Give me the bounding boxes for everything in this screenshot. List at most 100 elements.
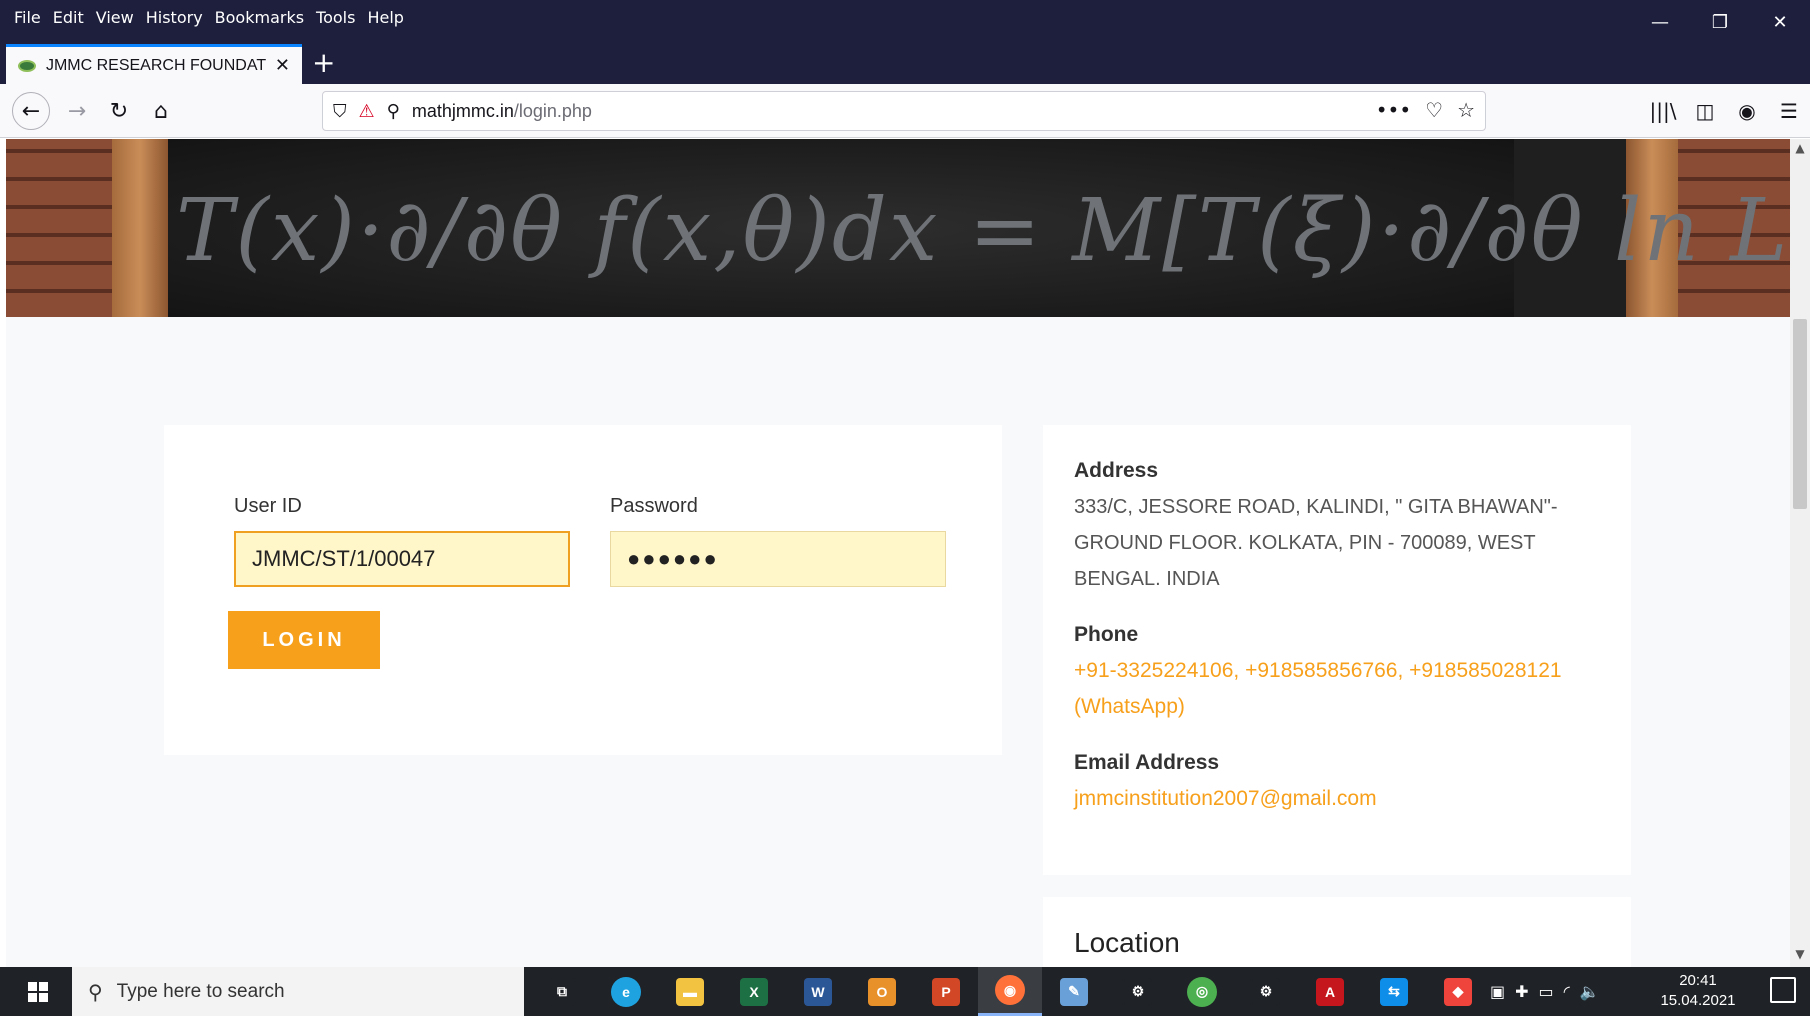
favicon-icon — [18, 59, 36, 72]
clock-date: 15.04.2021 — [1660, 992, 1736, 1009]
email-link[interactable]: jmmcinstitution2007@gmail.com — [1074, 781, 1600, 817]
menu-help[interactable]: Help — [361, 6, 409, 30]
windows-logo-icon — [28, 981, 48, 1002]
phone-heading: Phone — [1074, 623, 1139, 646]
settings-icon: ⚙ — [1124, 977, 1152, 1006]
window-controls: — ❐ ✕ — [1630, 6, 1810, 38]
insecure-lock-icon[interactable]: ⚠ — [359, 101, 375, 122]
location-card: Location — [1043, 897, 1631, 967]
taskbar-teamviewer-button[interactable]: ⇆ — [1362, 967, 1426, 1016]
url-path: /login.php — [513, 100, 592, 121]
teamviewer-icon: ⇆ — [1380, 977, 1408, 1006]
anydesk-icon: ◆ — [1444, 977, 1472, 1006]
taskbar-outlook-button[interactable]: O — [850, 967, 914, 1016]
account-icon[interactable]: ◉ — [1726, 92, 1768, 130]
reload-button[interactable]: ↻ — [100, 92, 138, 130]
banner-formula: T(x)·∂/∂θ f(x,θ)dx = M[T(ξ)·∂/∂θ ln L(ξ,… — [176, 181, 1790, 281]
tab-title: JMMC RESEARCH FOUNDATIO — [45, 56, 267, 74]
menu-view[interactable]: View — [90, 6, 140, 30]
menu-file[interactable]: File — [8, 6, 47, 30]
scroll-down-icon[interactable]: ▼ — [1790, 947, 1810, 965]
url-host: mathjmmc.in — [411, 100, 514, 121]
tray-icon-0[interactable]: ▣ — [1490, 982, 1505, 1001]
page-scrollbar[interactable]: ▲ ▼ — [1790, 139, 1810, 967]
menu-tools[interactable]: Tools — [310, 6, 361, 30]
taskbar-edge-button[interactable]: e — [594, 967, 658, 1016]
navigation-bar: ← → ↻ ⌂ ⛉ ⚠ ⚲ mathjmmc.in/login.php ••• … — [0, 84, 1810, 138]
back-button[interactable]: ← — [12, 92, 50, 130]
paint-icon: ✎ — [1060, 977, 1088, 1006]
edge-icon: e — [611, 976, 641, 1007]
control-icon: ⚙ — [1252, 977, 1280, 1006]
toolbar-right: |||\ ◫ ◉ ☰ — [1642, 92, 1810, 130]
word-icon: W — [804, 977, 832, 1006]
forward-button[interactable]: → — [58, 92, 96, 130]
bookmark-star-icon[interactable]: ☆ — [1457, 98, 1475, 122]
taskbar-task-view-button[interactable]: ⧉ — [530, 967, 594, 1016]
outlook-icon: O — [868, 977, 896, 1006]
taskbar-anydesk-button[interactable]: ◆ — [1426, 967, 1490, 1016]
powerpoint-icon: P — [932, 977, 960, 1006]
close-window-icon[interactable]: ✕ — [1750, 6, 1810, 38]
acrobat-icon: A — [1316, 977, 1344, 1006]
taskbar-settings-button[interactable]: ⚙ — [1106, 967, 1170, 1016]
login-button[interactable]: LOGIN — [228, 611, 380, 669]
login-card: User ID JMMC/ST/1/00047 Password ●●●●●● … — [164, 425, 1002, 755]
tab-jmmc[interactable]: JMMC RESEARCH FOUNDATIO ✕ — [6, 44, 302, 84]
menu-bookmarks[interactable]: Bookmarks — [209, 6, 310, 30]
page-viewport: T(x)·∂/∂θ f(x,θ)dx = M[T(ξ)·∂/∂θ ln L(ξ,… — [6, 139, 1790, 967]
file-explorer-icon: ▬ — [676, 977, 704, 1006]
menu-history[interactable]: History — [140, 6, 209, 30]
scroll-up-icon[interactable]: ▲ — [1790, 141, 1810, 159]
scroll-thumb[interactable] — [1793, 319, 1807, 509]
url-bar[interactable]: ⛉ ⚠ ⚲ mathjmmc.in/login.php ••• ♡ ☆ — [322, 91, 1486, 131]
permissions-icon[interactable]: ⚲ — [387, 101, 400, 122]
home-button[interactable]: ⌂ — [142, 92, 180, 130]
clock-time: 20:41 — [1679, 972, 1717, 989]
menu-bar: File Edit View History Bookmarks Tools H… — [8, 6, 410, 30]
taskbar-chrome-button[interactable]: ◎ — [1170, 967, 1234, 1016]
tab-close-icon[interactable]: ✕ — [275, 55, 290, 76]
taskbar-acrobat-button[interactable]: A — [1298, 967, 1362, 1016]
taskbar-file-explorer-button[interactable]: ▬ — [658, 967, 722, 1016]
notification-icon[interactable] — [1770, 977, 1796, 1003]
tray-icon-3[interactable]: ◜ — [1564, 982, 1570, 1001]
taskbar-word-button[interactable]: W — [786, 967, 850, 1016]
tray-icon-2[interactable]: ▭ — [1539, 982, 1554, 1001]
hamburger-menu-icon[interactable]: ☰ — [1768, 92, 1810, 130]
taskbar-excel-button[interactable]: X — [722, 967, 786, 1016]
user-id-input[interactable]: JMMC/ST/1/00047 — [234, 531, 570, 587]
tray-icon-4[interactable]: 🔈 — [1580, 982, 1600, 1001]
system-tray: ▣ ✚ ▭ ◜ 🔈 — [1490, 967, 1600, 1016]
password-input[interactable]: ●●●●●● — [610, 531, 946, 587]
pocket-icon[interactable]: ♡ — [1425, 98, 1443, 122]
taskbar-paint-button[interactable]: ✎ — [1042, 967, 1106, 1016]
brick-left — [6, 139, 112, 317]
sidebar-icon[interactable]: ◫ — [1684, 92, 1726, 130]
windows-taskbar: ⚲ Type here to search ⧉ e ▬ X W O P ◉ ✎ ⚙ ◎ ⚙ A ⇆ ◆ ▣ ✚… — [0, 967, 1810, 1016]
library-icon[interactable]: |||\ — [1642, 92, 1684, 130]
minimize-icon[interactable]: — — [1630, 6, 1690, 38]
address-text: 333/C, JESSORE ROAD, KALINDI, " GITA BHA… — [1074, 496, 1558, 590]
page-actions-icon[interactable]: ••• — [1376, 98, 1411, 122]
phone-link[interactable]: +91-3325224106, +918585856766, +91858502… — [1074, 653, 1600, 725]
user-id-label: User ID — [234, 495, 302, 517]
taskbar-firefox-button[interactable]: ◉ — [978, 967, 1042, 1016]
menu-edit[interactable]: Edit — [47, 6, 90, 30]
search-placeholder: Type here to search — [116, 980, 285, 1002]
tray-icon-1[interactable]: ✚ — [1515, 982, 1528, 1001]
new-tab-button[interactable]: + — [312, 46, 335, 79]
shield-icon[interactable]: ⛉ — [333, 101, 347, 122]
taskbar-search[interactable]: ⚲ Type here to search — [72, 967, 524, 1016]
taskbar-control-button[interactable]: ⚙ — [1234, 967, 1298, 1016]
password-label: Password — [610, 495, 698, 517]
clock[interactable]: 20:41 15.04.2021 — [1658, 971, 1738, 1011]
location-heading: Location — [1074, 927, 1180, 958]
firefox-icon: ◉ — [995, 975, 1025, 1005]
restore-icon[interactable]: ❐ — [1690, 6, 1750, 38]
frame-left — [112, 139, 168, 317]
search-icon: ⚲ — [88, 979, 103, 1004]
start-button[interactable] — [12, 967, 64, 1016]
taskbar-apps: ⧉ e ▬ X W O P ◉ ✎ ⚙ ◎ ⚙ A ⇆ ◆ — [530, 967, 1490, 1016]
taskbar-powerpoint-button[interactable]: P — [914, 967, 978, 1016]
